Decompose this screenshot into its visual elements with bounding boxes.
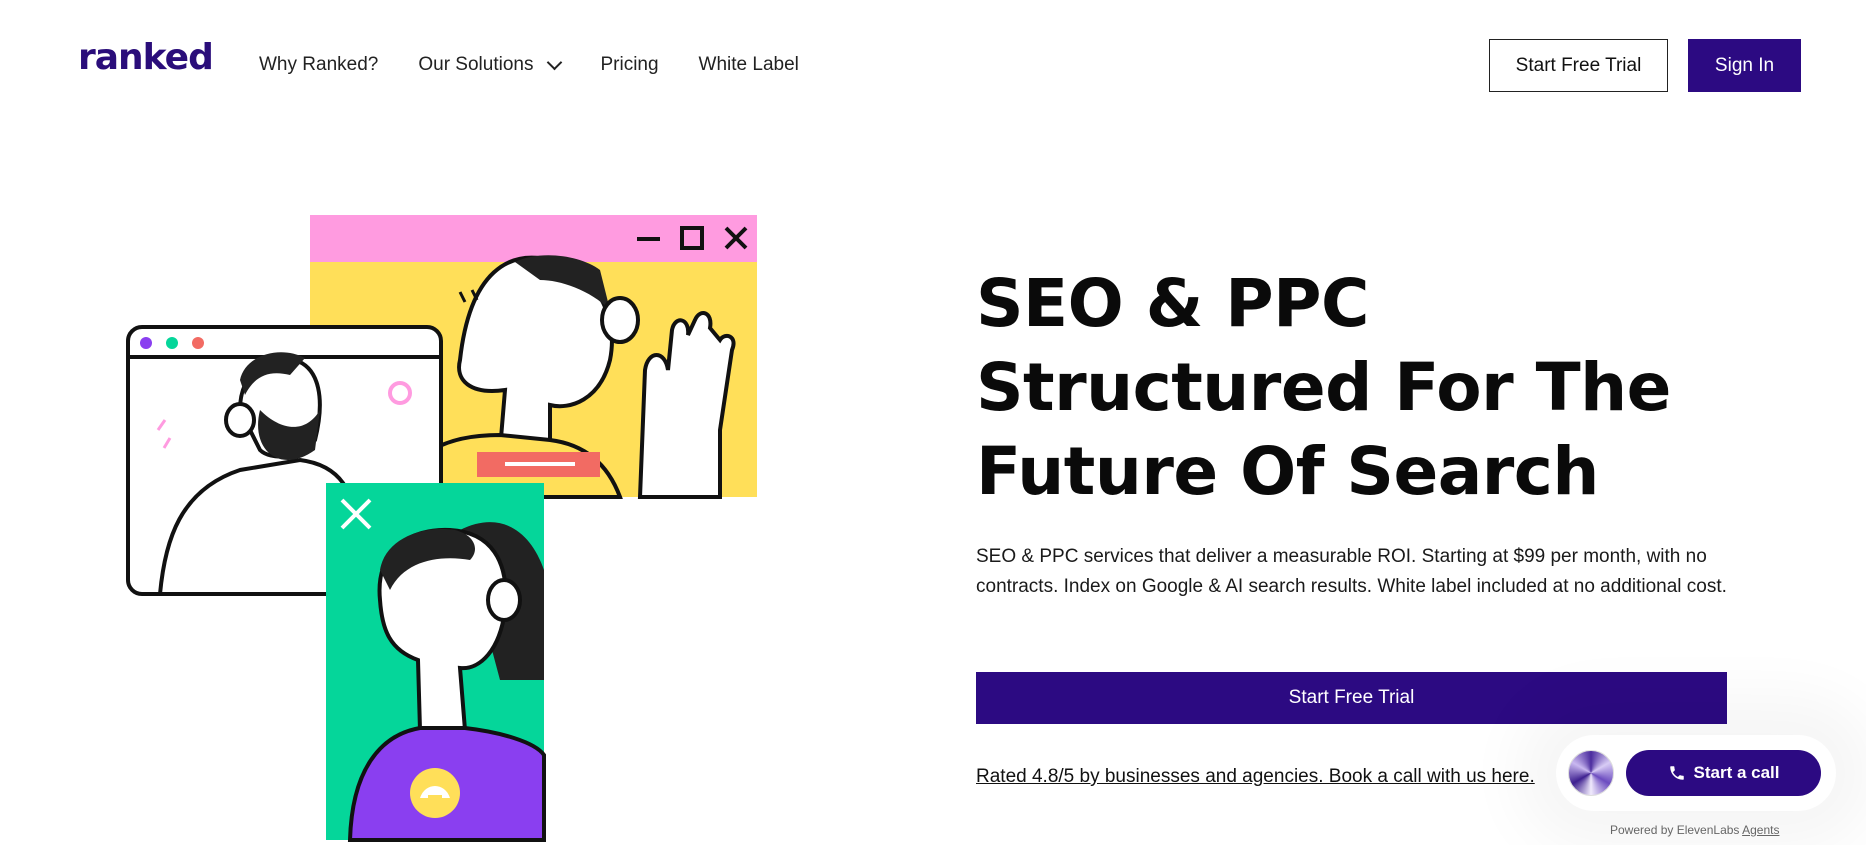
sign-in-button[interactable]: Sign In: [1688, 39, 1801, 92]
agent-orb-avatar: [1568, 750, 1614, 796]
chevron-down-icon: [547, 54, 563, 70]
phone-icon: [1669, 766, 1684, 780]
nav-our-solutions[interactable]: Our Solutions: [418, 54, 563, 76]
voice-agent-widget: Start a call: [1556, 735, 1836, 811]
hero-subtitle: SEO & PPC services that deliver a measur…: [976, 546, 1727, 597]
nav-label: Pricing: [600, 54, 659, 75]
video-call-illustration: [126, 215, 757, 842]
agents-link[interactable]: Agents: [1742, 823, 1779, 837]
hero-title: SEO & PPC Structured For The Future Of S…: [976, 265, 1671, 510]
nav-label: Why Ranked?: [259, 54, 379, 75]
start-free-trial-button[interactable]: Start Free Trial: [1489, 39, 1668, 92]
nav-why-ranked[interactable]: Why Ranked?: [259, 54, 378, 76]
hero-start-free-trial-button[interactable]: Start Free Trial: [976, 672, 1727, 724]
nav-white-label[interactable]: White Label: [699, 54, 799, 76]
powered-by-prefix: Powered by ElevenLabs: [1610, 823, 1740, 837]
main-nav: Why Ranked? Our Solutions Pricing White …: [259, 54, 799, 76]
woman-window: [326, 483, 546, 842]
start-call-label: Start a call: [1693, 763, 1780, 782]
nav-label: White Label: [698, 54, 799, 75]
book-call-link[interactable]: Rated 4.8/5 by businesses and agencies. …: [976, 766, 1535, 788]
nav-pricing[interactable]: Pricing: [600, 54, 658, 76]
nav-label: Our Solutions: [418, 54, 534, 75]
ranked-logo[interactable]: ranked: [78, 40, 214, 76]
powered-by-text: Powered by ElevenLabs Agents: [1610, 823, 1779, 837]
page: ranked Why Ranked? Our Solutions Pricing…: [0, 0, 1866, 845]
start-call-button[interactable]: Start a call: [1626, 750, 1821, 796]
